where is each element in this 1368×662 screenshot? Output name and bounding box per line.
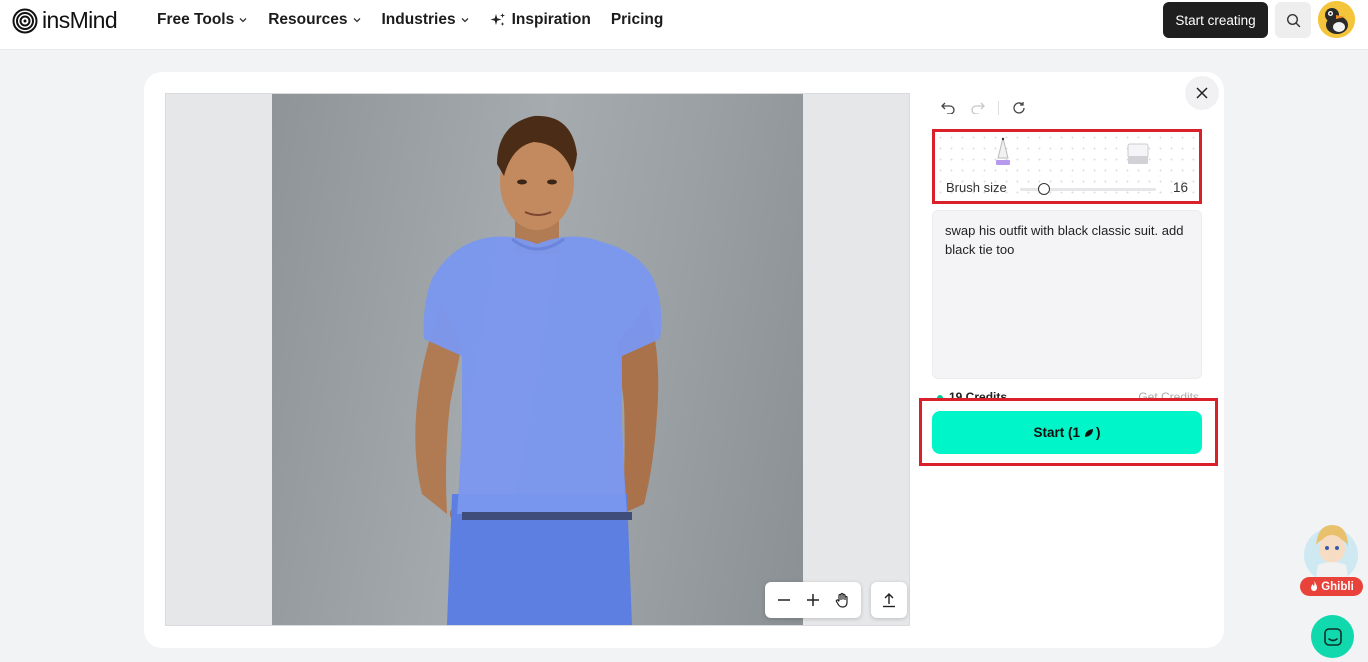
photo-illustration: [415, 115, 662, 625]
brush-panel: Brush size 16: [932, 129, 1202, 204]
menu-pricing[interactable]: Pricing: [611, 10, 664, 30]
credit-leaf-icon: [1085, 428, 1093, 437]
history-toolbar: [938, 99, 1029, 117]
menu-resources[interactable]: Resources: [268, 10, 361, 30]
start-highlight: Start (1 ): [919, 398, 1218, 466]
logo-text: insMind: [42, 7, 118, 33]
start-creating-button[interactable]: Start creating: [1163, 2, 1268, 38]
prompt-input[interactable]: swap his outfit with black classic suit.…: [932, 210, 1202, 379]
minus-icon: [777, 599, 790, 601]
menu-industries-label: Industries: [381, 11, 456, 28]
search-icon: [1286, 13, 1300, 27]
main-menu: Free Tools Resources Industries Inspirat…: [157, 10, 663, 30]
subject-photo[interactable]: [272, 94, 803, 625]
logo[interactable]: insMind: [12, 7, 118, 34]
upload-icon: [883, 593, 895, 608]
menu-free-tools[interactable]: Free Tools: [157, 10, 248, 30]
hand-icon: [836, 592, 848, 608]
start-label: Start (1: [1033, 425, 1080, 440]
chat-button[interactable]: [1311, 615, 1354, 658]
ghibli-label: Ghibli: [1321, 580, 1354, 593]
avatar[interactable]: [1318, 1, 1355, 38]
menu-industries[interactable]: Industries: [382, 10, 470, 30]
menu-inspiration[interactable]: Inspiration: [490, 10, 591, 30]
pan-button[interactable]: [831, 589, 853, 611]
start-button[interactable]: Start (1 ): [932, 411, 1202, 454]
logo-mark-icon: [12, 8, 38, 33]
close-icon: [1196, 87, 1208, 99]
zoom-toolbar: [765, 582, 861, 618]
undo-button[interactable]: [938, 99, 958, 117]
eraser-icon: [1127, 143, 1149, 164]
sparkle-icon: [490, 13, 505, 26]
ghibli-badge[interactable]: Ghibli: [1300, 577, 1363, 596]
zoom-in-button[interactable]: [802, 589, 824, 611]
start-suffix: ): [1096, 425, 1101, 440]
plus-icon: [806, 594, 819, 606]
bird-avatar-icon: [1318, 1, 1355, 38]
close-button[interactable]: [1185, 76, 1219, 110]
brush-size-value: 16: [1173, 180, 1189, 195]
chevron-down-icon: [353, 18, 360, 23]
menu-pricing-label: Pricing: [610, 11, 664, 28]
export-button[interactable]: [871, 582, 907, 618]
toolbar-divider: [998, 101, 999, 115]
chevron-down-icon: [461, 18, 469, 23]
brush-icon: [996, 137, 1010, 165]
image-canvas[interactable]: [165, 93, 910, 626]
brush-tool[interactable]: [993, 136, 1013, 168]
redo-button[interactable]: [968, 99, 988, 117]
undo-icon: [941, 102, 955, 114]
brush-size-slider[interactable]: [1020, 183, 1156, 195]
inpaint-modal: Brush size 16 swap his outfit with black…: [144, 72, 1224, 648]
chevron-down-icon: [239, 18, 247, 23]
search-button[interactable]: [1275, 2, 1311, 38]
redo-icon: [971, 102, 985, 114]
menu-free-tools-label: Free Tools: [157, 11, 235, 28]
eraser-tool[interactable]: [1126, 136, 1149, 168]
ghibli-character-icon: [1304, 525, 1358, 582]
brush-size-label: Brush size: [946, 180, 1007, 195]
refresh-icon: [1013, 102, 1025, 114]
fire-icon: [1311, 581, 1318, 591]
menu-resources-label: Resources: [268, 11, 348, 28]
menu-inspiration-label: Inspiration: [511, 11, 591, 28]
slider-thumb[interactable]: [1038, 183, 1051, 195]
zoom-out-button[interactable]: [773, 589, 795, 611]
top-nav: insMind Free Tools Resources Industries …: [0, 0, 1368, 50]
reset-button[interactable]: [1009, 99, 1029, 117]
chat-icon: [1323, 627, 1342, 646]
